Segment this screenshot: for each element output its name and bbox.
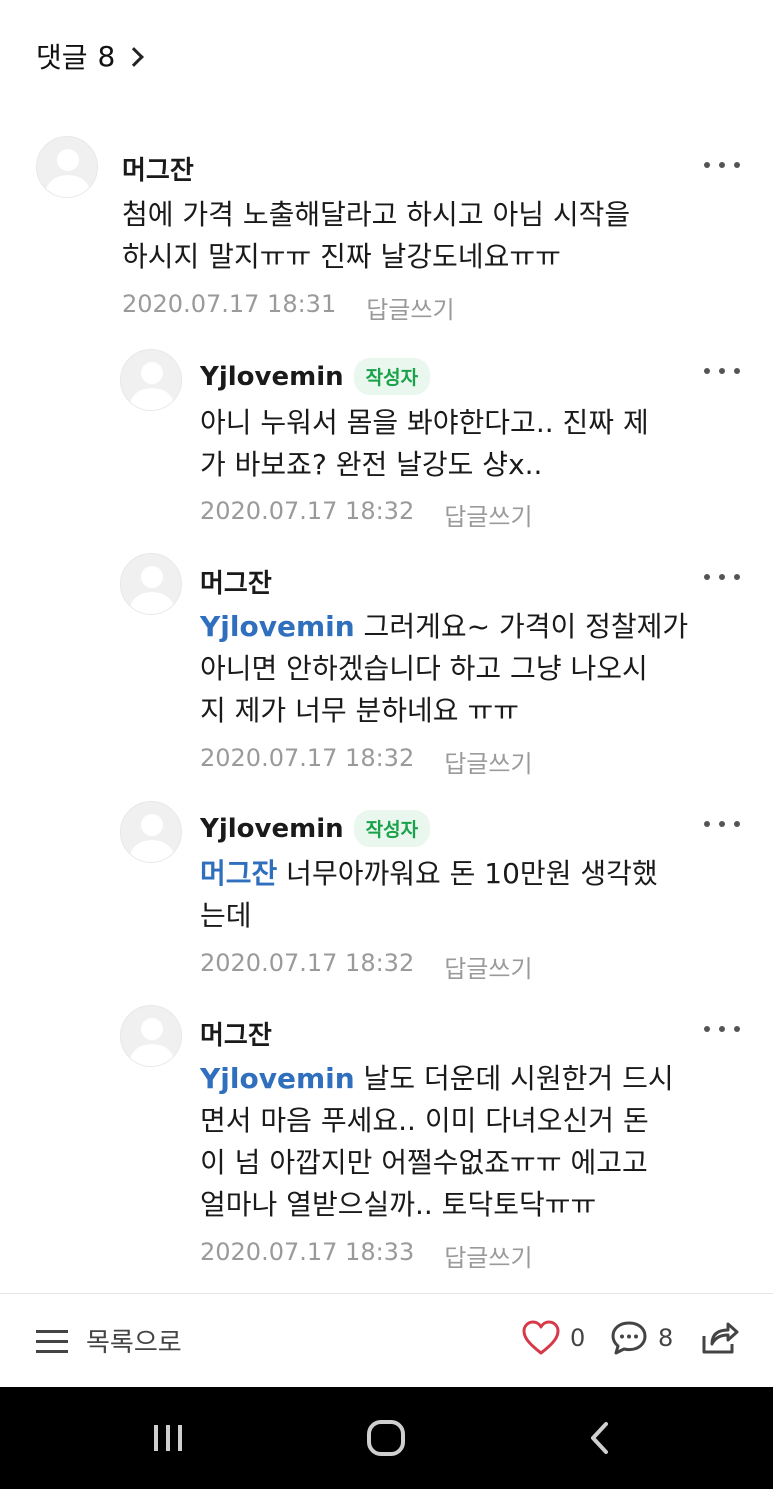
back-to-list-label: 목록으로 bbox=[86, 1328, 182, 1358]
comment-author[interactable]: 머그잔 bbox=[200, 1015, 272, 1052]
comment-text: 첨에 가격 노출해달라고 하시고 아님 시작을 하시지 말지ㅠㅠ 진짜 날강도네… bbox=[122, 198, 631, 273]
avatar[interactable] bbox=[120, 1005, 182, 1067]
speech-bubble-icon bbox=[611, 1321, 647, 1355]
avatar[interactable] bbox=[120, 801, 182, 863]
comment-author[interactable]: Yjlovemin bbox=[200, 362, 344, 392]
comment-author[interactable]: Yjlovemin bbox=[200, 814, 344, 844]
more-dots-icon[interactable] bbox=[704, 368, 740, 376]
comment-text: Yjlovemin 날도 더운데 시원한거 드시 면서 마음 푸세요.. 이미 … bbox=[200, 1058, 740, 1226]
home-button[interactable] bbox=[326, 1387, 446, 1489]
comment-text: 머그잔 너무아까워요 돈 10만원 생각했 는데 bbox=[200, 853, 740, 937]
comment-date: 2020.07.17 18:33 bbox=[200, 1238, 415, 1266]
comments-header: 댓글 8 bbox=[0, 0, 773, 110]
comments-title-link[interactable]: 댓글 8 bbox=[36, 36, 145, 76]
recent-apps-button[interactable] bbox=[108, 1387, 228, 1489]
comments-count: 8 bbox=[97, 39, 116, 73]
share-button[interactable] bbox=[700, 1320, 750, 1356]
back-to-list-button[interactable]: 목록으로 bbox=[36, 1322, 182, 1359]
bottom-action-bar: 목록으로 0 8 bbox=[0, 1293, 773, 1387]
author-badge: 작성자 bbox=[353, 358, 431, 395]
avatar[interactable] bbox=[36, 136, 98, 198]
comment-text: Yjlovemin 그러게요~ 가격이 정찰제가 아니면 안하겠습니다 하고 그… bbox=[200, 606, 740, 732]
reply-button[interactable]: 답글쓰기 bbox=[444, 497, 532, 532]
home-icon bbox=[367, 1420, 405, 1456]
recent-apps-icon bbox=[154, 1425, 182, 1451]
mention-link[interactable]: 머그잔 bbox=[200, 857, 277, 890]
reply-button[interactable]: 답글쓰기 bbox=[444, 949, 532, 984]
comment-date: 2020.07.17 18:32 bbox=[200, 949, 415, 977]
back-icon bbox=[591, 1422, 608, 1454]
system-nav-bar bbox=[0, 1387, 773, 1489]
author-badge: 작성자 bbox=[353, 810, 431, 847]
chevron-right-icon bbox=[124, 47, 145, 67]
comments-title: 댓글 bbox=[36, 41, 88, 74]
reply-button[interactable]: 답글쓰기 bbox=[444, 744, 532, 779]
comment-date: 2020.07.17 18:31 bbox=[122, 290, 337, 318]
mention-link[interactable]: Yjlovemin bbox=[200, 610, 355, 643]
share-icon bbox=[702, 1322, 739, 1354]
more-dots-icon[interactable] bbox=[704, 821, 740, 829]
reply-button[interactable]: 답글쓰기 bbox=[366, 290, 454, 325]
mention-link[interactable]: Yjlovemin bbox=[200, 1062, 355, 1095]
comment-date: 2020.07.17 18:32 bbox=[200, 497, 415, 525]
more-dots-icon[interactable] bbox=[704, 162, 740, 170]
back-button[interactable] bbox=[540, 1387, 660, 1489]
comment-text: 아니 누워서 몸을 봐야한다고.. 진짜 제 가 바보죠? 완전 날강도 샹x.… bbox=[200, 406, 649, 481]
more-dots-icon[interactable] bbox=[704, 1026, 740, 1034]
more-dots-icon[interactable] bbox=[704, 574, 740, 582]
comment-author[interactable]: 머그잔 bbox=[122, 150, 194, 187]
avatar[interactable] bbox=[120, 349, 182, 411]
comment-author[interactable]: 머그잔 bbox=[200, 563, 272, 600]
avatar[interactable] bbox=[120, 553, 182, 615]
comment-count: 8 bbox=[658, 1324, 674, 1352]
like-count: 0 bbox=[570, 1324, 586, 1352]
reply-button[interactable]: 답글쓰기 bbox=[444, 1238, 532, 1273]
heart-icon bbox=[522, 1320, 560, 1355]
comment-date: 2020.07.17 18:32 bbox=[200, 744, 415, 772]
comment-button[interactable]: 8 bbox=[610, 1320, 673, 1356]
like-button[interactable]: 0 bbox=[522, 1320, 585, 1356]
hamburger-icon bbox=[36, 1328, 68, 1354]
